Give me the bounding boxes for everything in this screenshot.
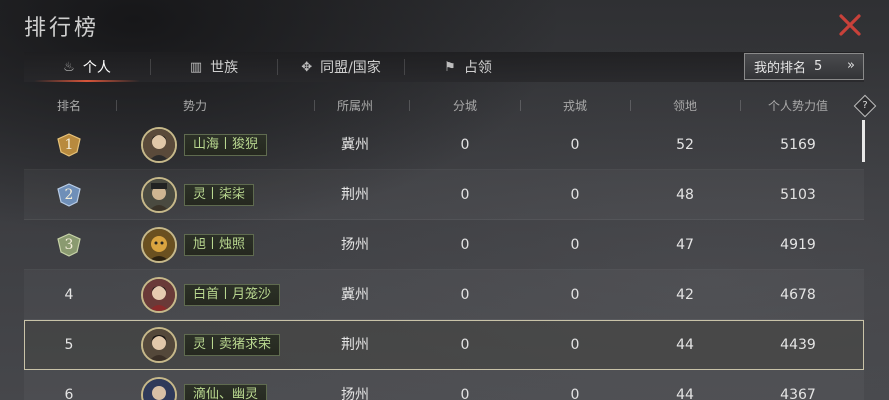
tab-personal[interactable]: ♨ 个人: [24, 52, 150, 82]
sub-city-cell: 0: [460, 387, 470, 400]
table-row-self[interactable]: 5 灵丨卖猪求荣 荆州 0 0 44 4439: [24, 320, 864, 370]
tab-label: 同盟/国家: [320, 60, 381, 76]
fort-city-cell: 0: [570, 387, 580, 400]
header-divider: [520, 100, 521, 111]
power-cell: 4439: [780, 337, 816, 353]
header-divider: [630, 100, 631, 111]
sub-city-cell: 0: [460, 187, 470, 203]
player-name-button[interactable]: 灵丨柒柒: [184, 184, 255, 206]
fort-city-cell: 0: [570, 287, 580, 303]
power-cell: 5169: [780, 137, 816, 153]
territory-cell: 44: [676, 337, 694, 353]
state-cell: 荆州: [341, 187, 369, 203]
avatar: [141, 127, 177, 163]
power-cell: 5103: [780, 187, 816, 203]
state-cell: 扬州: [341, 387, 369, 400]
tab-alliance[interactable]: ✥ 同盟/国家: [278, 52, 404, 82]
avatar: [141, 177, 177, 213]
person-flame-icon: ♨: [63, 59, 75, 75]
clan-banner-icon: ▥: [189, 59, 203, 75]
col-power: 个人势力值: [767, 99, 829, 113]
power-cell: 4367: [780, 387, 816, 400]
player-name-button[interactable]: 白首丨月笼沙: [184, 284, 281, 306]
header-divider: [314, 100, 315, 111]
my-rank-value: 5: [814, 59, 823, 74]
col-territory: 领地: [672, 99, 698, 113]
territory-cell: 44: [676, 387, 694, 400]
table-header: 排名 势力 所属州 分城 戎城 领地 个人势力值: [24, 94, 864, 116]
territory-cell: 42: [676, 287, 694, 303]
col-fort-city: 戎城: [562, 99, 588, 113]
sub-city-cell: 0: [460, 237, 470, 253]
table-row[interactable]: 6 滴仙、幽灵 扬州 0 0 44 4367: [24, 370, 864, 400]
col-sub-city: 分城: [452, 99, 478, 113]
tab-occupation[interactable]: ⚑ 占领: [405, 52, 531, 82]
fort-city-cell: 0: [570, 187, 580, 203]
player-name-button[interactable]: 旭丨烛照: [184, 234, 255, 256]
player-name-button[interactable]: 滴仙、幽灵: [184, 384, 268, 400]
tab-label: 世族: [210, 60, 239, 76]
fort-city-cell: 0: [570, 337, 580, 353]
territory-cell: 48: [676, 187, 694, 203]
scrollbar[interactable]: [862, 120, 865, 162]
rank-badge-silver: 2: [56, 183, 82, 207]
rank-number: 5: [64, 337, 74, 353]
alliance-crest-icon: ✥: [301, 59, 313, 75]
tab-label: 个人: [82, 60, 111, 76]
header-divider: [116, 100, 117, 111]
rank-badge-bronze: 3: [56, 233, 82, 257]
header-divider: [409, 100, 410, 111]
fort-city-cell: 0: [570, 237, 580, 253]
state-cell: 冀州: [341, 287, 369, 303]
tab-clan[interactable]: ▥ 世族: [151, 52, 277, 82]
avatar: [141, 377, 177, 400]
my-rank-button[interactable]: 我的排名 5 »: [744, 53, 864, 80]
state-cell: 荆州: [341, 337, 369, 353]
header-divider: [740, 100, 741, 111]
rank-number: 4: [64, 287, 74, 303]
table-row[interactable]: 2 灵丨柒柒 荆州 0 0 48 5103: [24, 170, 864, 220]
sub-city-cell: 0: [460, 137, 470, 153]
sub-city-cell: 0: [460, 287, 470, 303]
rank-number: 6: [64, 387, 74, 400]
ranking-table: 1 山海丨狻猊 冀州 0 0 52 5169 2 灵丨柒柒 荆州 0 0 48 …: [24, 120, 864, 400]
avatar: [141, 227, 177, 263]
state-cell: 冀州: [341, 137, 369, 153]
my-rank-label: 我的排名: [754, 61, 807, 76]
state-cell: 扬州: [341, 237, 369, 253]
flag-icon: ⚑: [444, 59, 456, 75]
power-cell: 4919: [780, 237, 816, 253]
avatar: [141, 327, 177, 363]
close-icon: [839, 14, 861, 36]
page-title: 排行榜: [24, 16, 100, 41]
territory-cell: 52: [676, 137, 694, 153]
close-button[interactable]: [837, 12, 863, 38]
double-chevron-right-icon: »: [847, 58, 855, 73]
sub-city-cell: 0: [460, 337, 470, 353]
col-rank: 排名: [56, 99, 82, 113]
territory-cell: 47: [676, 237, 694, 253]
tab-label: 占领: [463, 60, 492, 76]
fort-city-cell: 0: [570, 137, 580, 153]
avatar: [141, 277, 177, 313]
player-name-button[interactable]: 灵丨卖猪求荣: [184, 334, 281, 356]
tab-bar: ♨ 个人 ▥ 世族 ✥ 同盟/国家 ⚑ 占领: [24, 52, 864, 82]
table-row[interactable]: 1 山海丨狻猊 冀州 0 0 52 5169: [24, 120, 864, 170]
power-cell: 4678: [780, 287, 816, 303]
table-row[interactable]: 4 白首丨月笼沙 冀州 0 0 42 4678: [24, 270, 864, 320]
col-state: 所属州: [336, 99, 374, 113]
col-faction: 势力: [182, 99, 208, 113]
player-name-button[interactable]: 山海丨狻猊: [184, 134, 268, 156]
table-row[interactable]: 3 旭丨烛照 扬州 0 0 47 4919: [24, 220, 864, 270]
rank-badge-gold: 1: [56, 133, 82, 157]
